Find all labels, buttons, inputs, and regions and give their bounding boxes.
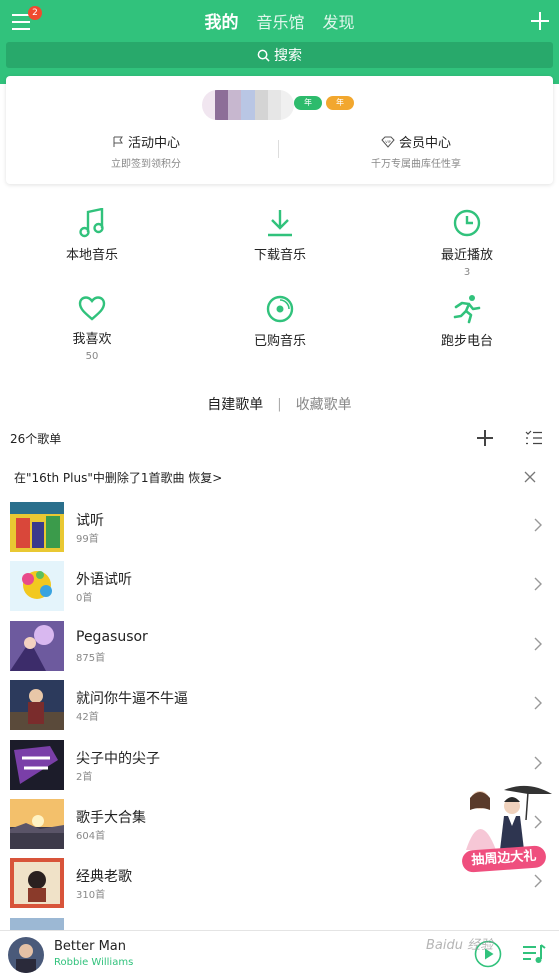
grid-label: 下载音乐 [253, 248, 306, 263]
super-vip-badge: 年 [326, 96, 354, 110]
clock-icon [453, 209, 481, 237]
playlist-name: 经典老歌 [76, 869, 132, 885]
playlist-song-count: 0首 [76, 593, 93, 604]
grid-label: 我喜欢 [72, 332, 112, 347]
flag-icon [113, 136, 123, 147]
playlist-cover [10, 740, 64, 790]
tab-mine[interactable]: 我的 [204, 10, 238, 36]
vip-diamond-icon: VIP [381, 136, 395, 148]
playlist-name: 就问你牛逼不牛逼 [76, 691, 188, 707]
favorites-item[interactable]: 我喜欢 50 [22, 294, 162, 362]
playlist-song-count: 42首 [76, 712, 99, 723]
playlist-row[interactable]: 试听 99首 [0, 498, 559, 558]
playlist-song-count: 99首 [76, 534, 99, 545]
chevron-right-icon [534, 756, 542, 770]
playlist-cover [10, 502, 64, 552]
download-icon [268, 210, 292, 237]
grid-label: 已购音乐 [253, 334, 306, 349]
chevron-right-icon [534, 874, 542, 888]
search-icon [257, 49, 270, 62]
playlist-cover [10, 799, 64, 849]
playlist-name: 外语试听 [76, 572, 132, 588]
recent-play-item[interactable]: 最近播放 3 [397, 208, 537, 278]
playlist-name: 尖子中的尖子 [76, 751, 160, 767]
purchased-music-item[interactable]: 已购音乐 [210, 294, 350, 349]
add-icon[interactable] [531, 12, 549, 30]
add-playlist-icon[interactable] [477, 430, 493, 446]
grid-label: 跑步电台 [440, 334, 493, 349]
running-icon [453, 295, 481, 324]
playlist-song-count: 310首 [76, 890, 106, 901]
tab-collected-playlists[interactable]: 收藏歌单 [296, 394, 352, 414]
recent-play-count: 3 [463, 267, 471, 278]
playlist-name: 试听 [76, 513, 104, 529]
playlist-cover [10, 680, 64, 730]
disc-icon [266, 295, 294, 323]
vip-badges: 年 年 [294, 96, 354, 110]
playlist-row[interactable]: 就问你牛逼不牛逼 42首 [0, 676, 559, 736]
grid-label: 最近播放 [440, 248, 493, 263]
playlist-cover [10, 621, 64, 671]
deleted-song-notice: 在"16th Plus"中删除了1首歌曲 恢复> [0, 466, 559, 490]
playlist-name: Pegasusor [76, 629, 148, 645]
running-radio-item[interactable]: 跑步电台 [397, 294, 537, 349]
playlist-name: 歌手大合集 [76, 810, 146, 826]
song-title: Better Man [54, 939, 127, 954]
favorites-count: 50 [85, 351, 99, 362]
playlist-tabs: 自建歌单 | 收藏歌单 [0, 394, 559, 414]
green-vip-badge: 年 [294, 96, 322, 110]
watermark: Baidu 经验 [426, 938, 494, 953]
chevron-right-icon [534, 577, 542, 591]
promo-text: 抽周边大礼 [461, 845, 547, 873]
activity-center-subtitle: 立即签到领积分 [111, 159, 181, 170]
promo-banner[interactable]: 抽周边大礼 [456, 780, 556, 876]
album-art [8, 937, 44, 973]
chevron-right-icon [534, 696, 542, 710]
music-note-icon [79, 208, 104, 238]
avatar[interactable] [202, 90, 294, 120]
playlist-queue-icon[interactable] [522, 943, 546, 965]
playlist-row-partial[interactable] [0, 914, 559, 930]
activity-center-link[interactable]: 活动中心 立即签到领积分 [36, 132, 256, 170]
local-music-item[interactable]: 本地音乐 [22, 208, 162, 263]
download-music-item[interactable]: 下载音乐 [210, 208, 350, 263]
playlist-count: 26个歌单 [10, 432, 62, 446]
activity-center-title: 活动中心 [127, 136, 180, 151]
playlist-header: 26个歌单 [10, 430, 549, 448]
chevron-right-icon [534, 518, 542, 532]
playlist-row[interactable]: 外语试听 0首 [0, 557, 559, 617]
playlist-song-count: 875首 [76, 653, 106, 664]
svg-text:VIP: VIP [385, 140, 391, 144]
card-divider [278, 140, 279, 158]
member-center-link[interactable]: VIP 会员中心 千万专属曲库任性享 [306, 132, 526, 170]
member-center-title: 会员中心 [398, 136, 451, 151]
tab-music-hall[interactable]: 音乐馆 [256, 10, 304, 36]
profile-card: 年 年 活动中心 立即签到领积分 VIP 会员中心 千万专属曲库任性享 [6, 76, 553, 184]
tab-created-playlists[interactable]: 自建歌单 [207, 394, 263, 414]
tab-separator: | [277, 396, 282, 412]
song-artist: Robbie Williams [54, 957, 134, 968]
manage-list-icon[interactable] [525, 430, 543, 446]
tab-discover[interactable]: 发现 [323, 10, 355, 36]
search-bar[interactable]: 搜索 [6, 42, 553, 68]
playlist-cover [10, 561, 64, 611]
playlist-cover [10, 858, 64, 908]
search-label: 搜索 [274, 48, 302, 64]
notice-text[interactable]: 在"16th Plus"中删除了1首歌曲 恢复> [14, 471, 222, 485]
heart-icon [78, 296, 106, 321]
promo-illustration [466, 785, 552, 850]
chevron-right-icon [534, 637, 542, 651]
grid-label: 本地音乐 [65, 248, 118, 263]
playlist-row[interactable]: Pegasusor 875首 [0, 617, 559, 677]
close-icon[interactable] [523, 470, 537, 484]
member-center-subtitle: 千万专属曲库任性享 [371, 159, 461, 170]
app-header: 2 我的 音乐馆 发现 搜索 [0, 0, 559, 84]
playlist-cover [10, 918, 64, 930]
playlist-song-count: 604首 [76, 831, 106, 842]
top-tabs: 我的 音乐馆 发现 [0, 10, 559, 36]
playlist-song-count: 2首 [76, 772, 93, 783]
